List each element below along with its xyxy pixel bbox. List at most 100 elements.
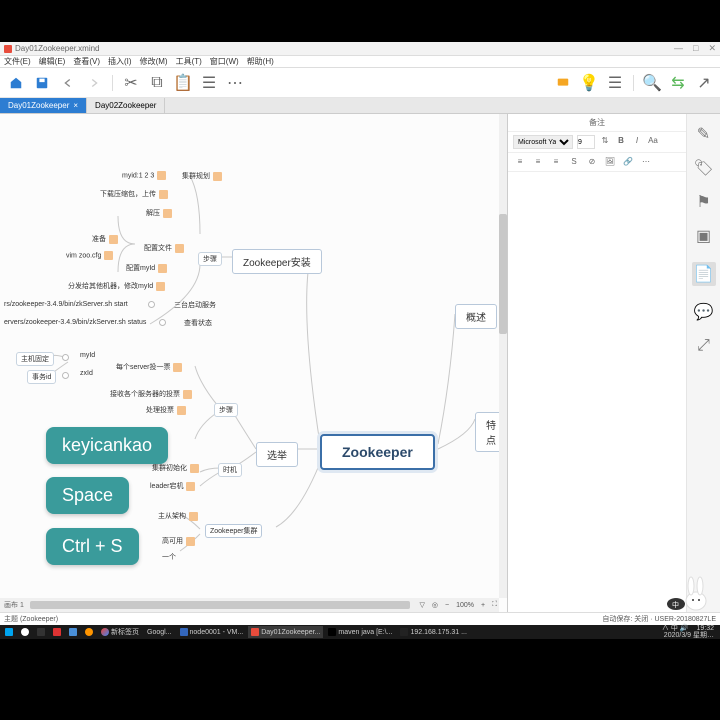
redo-icon[interactable] — [86, 75, 102, 91]
fit-icon[interactable]: ▽ — [418, 601, 427, 609]
bulb-icon[interactable]: 💡 — [581, 75, 597, 91]
node-unzip[interactable]: 解压 — [142, 207, 176, 219]
node-central[interactable]: Zookeeper — [320, 434, 435, 470]
tab-day02[interactable]: Day02Zookeeper — [87, 98, 165, 113]
task-firefox[interactable] — [82, 626, 96, 638]
node-dot4[interactable] — [62, 372, 69, 379]
node-one[interactable]: 一个 — [158, 551, 180, 563]
format-icon[interactable]: ✎ — [696, 126, 712, 142]
image-icon[interactable]: 🖼 — [603, 156, 617, 168]
target-icon[interactable]: ◎ — [430, 601, 440, 609]
flag-icon[interactable]: ⚑ — [696, 194, 712, 210]
node-myid-a[interactable]: myid:1 2 3 — [118, 170, 170, 181]
maximize-icon[interactable]: □ — [693, 43, 698, 54]
zoom-in-icon[interactable]: + — [479, 602, 487, 609]
node-vimzoo[interactable]: vim zoo.cfg — [62, 250, 117, 261]
node-viewstatus[interactable]: 查看状态 — [180, 317, 216, 329]
tray[interactable]: ∧ 中 🔊 19:32 2020/3/9 星期… — [662, 625, 718, 639]
align-center-icon[interactable]: ≡ — [531, 156, 545, 168]
node-cfgfile[interactable]: 配置文件 — [140, 242, 188, 254]
copy-icon[interactable]: ⧉ — [149, 75, 165, 91]
dropdown-icon[interactable]: ⋯ — [227, 75, 243, 91]
theme-icon[interactable]: ☰ — [607, 75, 623, 91]
node-timing[interactable]: 时机 — [218, 463, 242, 477]
notes-icon[interactable]: 📄 — [692, 262, 716, 286]
clear-icon[interactable]: ⊘ — [585, 156, 599, 168]
close-icon[interactable]: ✕ — [708, 43, 716, 54]
canvas[interactable]: Zookeeper Zookeeper安装 概述 特点 选举 Zookeeper… — [0, 114, 508, 612]
vertical-scrollbar[interactable] — [499, 114, 507, 598]
node-leaderdown[interactable]: leader宕机 — [146, 480, 199, 492]
tab-close-icon[interactable]: × — [73, 101, 78, 110]
menu-insert[interactable]: 插入(I) — [108, 56, 132, 67]
menu-view[interactable]: 查看(V) — [73, 56, 100, 67]
node-plan[interactable]: 集群规划 — [178, 170, 226, 182]
task-xmind[interactable]: Day01Zookeeper... — [248, 626, 323, 638]
menu-window[interactable]: 窗口(W) — [210, 56, 239, 67]
search-icon[interactable]: 🔍 — [644, 75, 660, 91]
task-google[interactable]: Googl... — [144, 626, 175, 638]
node-prepare[interactable]: 准备 — [88, 233, 122, 245]
menu-tools[interactable]: 工具(T) — [176, 56, 202, 67]
node-cluster[interactable]: Zookeeper集群 — [205, 524, 262, 538]
overlay-key-2[interactable]: Space — [46, 477, 129, 514]
save-icon[interactable] — [34, 75, 50, 91]
node-steps2[interactable]: 步骤 — [214, 403, 238, 417]
scrollbar-thumb[interactable] — [499, 214, 507, 334]
more-icon[interactable]: ⋯ — [639, 156, 653, 168]
node-threestart[interactable]: 三台启动服务 — [170, 299, 220, 311]
strike-icon[interactable]: S — [567, 156, 581, 168]
node-statusscript[interactable]: ervers/zookeeper-3.4.9/bin/zkServer.sh s… — [0, 318, 150, 327]
node-steps[interactable]: 步骤 — [198, 252, 222, 266]
bold-icon[interactable]: B — [615, 136, 627, 148]
node-ms[interactable]: 主从架构 — [154, 510, 202, 522]
size-stepper-icon[interactable]: ⇅ — [599, 136, 611, 148]
node-election[interactable]: 选举 — [256, 442, 298, 467]
list-icon[interactable]: ☰ — [201, 75, 217, 91]
node-distribute[interactable]: 分发给其他机器，修改myId — [64, 280, 169, 292]
task-chrome[interactable]: 新标签页 — [98, 626, 142, 638]
start-button[interactable] — [2, 626, 16, 638]
node-ha[interactable]: 高可用 — [158, 535, 199, 547]
node-dot2[interactable] — [159, 319, 166, 326]
outline-icon[interactable]: ⤢ — [696, 338, 712, 354]
export-icon[interactable]: ↗ — [696, 75, 712, 91]
font-select[interactable]: Microsoft Ya... — [513, 135, 573, 149]
node-txid[interactable]: 事务id — [27, 370, 56, 384]
tab-day01[interactable]: Day01Zookeeper× — [0, 98, 87, 113]
align-right-icon[interactable]: ≡ — [549, 156, 563, 168]
home-icon[interactable] — [8, 75, 24, 91]
node-hostfix[interactable]: 主机固定 — [16, 352, 54, 366]
share-icon[interactable]: ⇆ — [670, 75, 686, 91]
menu-file[interactable]: 文件(E) — [4, 56, 31, 67]
node-startscript[interactable]: rs/zookeeper-3.4.9/bin/zkServer.sh start — [0, 300, 132, 309]
align-left-icon[interactable]: ≡ — [513, 156, 527, 168]
task-idea[interactable]: maven java [E:\... — [325, 626, 395, 638]
node-handlevote[interactable]: 处理投票 — [142, 404, 190, 416]
scrollbar-thumb-h[interactable] — [30, 601, 410, 609]
fullscreen-icon[interactable]: ⛶ — [490, 601, 499, 609]
font-color-icon[interactable]: Aa — [647, 136, 659, 148]
task-icon[interactable]: ▣ — [696, 228, 712, 244]
node-votepersrv[interactable]: 每个server投一票 — [112, 361, 186, 373]
node-dot1[interactable] — [148, 301, 155, 308]
node-upload[interactable]: 下载压缩包，上传 — [96, 188, 172, 200]
cut-icon[interactable]: ✂ — [123, 75, 139, 91]
task-cortana[interactable] — [34, 626, 48, 638]
node-overview[interactable]: 概述 — [455, 304, 497, 329]
node-dot3[interactable] — [62, 354, 69, 361]
node-zxid[interactable]: zxId — [76, 369, 97, 378]
task-terminal[interactable]: 192.168.175.31 ... — [397, 626, 469, 638]
font-size-input[interactable] — [577, 135, 595, 149]
node-install[interactable]: Zookeeper安装 — [232, 249, 322, 274]
task-app-red[interactable] — [50, 626, 64, 638]
node-cfgmyid[interactable]: 配置myId — [122, 262, 171, 274]
zoom-out-icon[interactable]: − — [443, 602, 451, 609]
marker-icon[interactable]: 🏷 — [696, 160, 712, 176]
menu-edit[interactable]: 编辑(E) — [39, 56, 66, 67]
italic-icon[interactable]: I — [631, 136, 643, 148]
overlay-key-1[interactable]: keyicankao — [46, 427, 168, 464]
menu-help[interactable]: 帮助(H) — [247, 56, 274, 67]
task-vmware[interactable]: node0001 - VM... — [177, 626, 247, 638]
node-myid2[interactable]: myId — [76, 351, 99, 360]
